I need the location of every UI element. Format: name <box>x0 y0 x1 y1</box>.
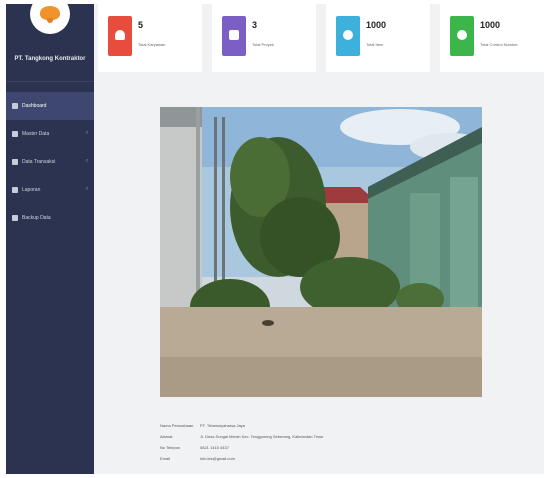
company-details: Nama Perusahaan PT. Tirtamulyaharsa Jaya… <box>160 420 480 464</box>
company-photo <box>160 107 482 397</box>
stat-label: Total Karyawan <box>138 42 166 47</box>
company-logo[interactable] <box>30 4 70 34</box>
detail-value: 0821 1415 4437 <box>200 445 229 450</box>
sidebar-item-dashboard[interactable]: Dashboard <box>6 92 94 120</box>
beak-logo-icon <box>47 18 53 23</box>
stat-value: 5 <box>138 20 144 30</box>
detail-value: PT. Tirtamulyaharsa Jaya <box>200 423 245 428</box>
detail-row-name: Nama Perusahaan PT. Tirtamulyaharsa Jaya <box>160 420 480 431</box>
sidebar-item-master-data[interactable]: Master Data ‹ <box>6 120 94 148</box>
brand: PT. Tangkong Kontraktor <box>6 4 94 82</box>
transaction-icon <box>12 159 18 165</box>
detail-key: No Telepon <box>160 445 181 450</box>
app-frame: PT. Tangkong Kontraktor Dashboard Master… <box>6 4 544 474</box>
company-photo-illustration <box>160 107 482 397</box>
sidebar-item-data-transaksi[interactable]: Data Transaksi ‹ <box>6 148 94 176</box>
sidebar-item-label: Dashboard <box>22 103 47 109</box>
user-icon <box>108 16 132 56</box>
detail-row-phone: No Telepon 0821 1415 4437 <box>160 442 480 453</box>
detail-row-address: Alamat Jl. Desa Sungai Merah Kec. Tengga… <box>160 431 480 442</box>
detail-row-email: Email info.kts@gmail.com <box>160 453 480 464</box>
sidebar-item-label: Laporan <box>22 187 41 193</box>
stat-value: 1000 <box>366 20 387 30</box>
project-icon <box>222 16 246 56</box>
stat-label: Total Proyek <box>252 42 275 47</box>
report-icon <box>12 187 18 193</box>
stat-value: 3 <box>252 20 258 30</box>
database-icon <box>12 131 18 137</box>
stat-label: Total Control Number <box>480 42 518 47</box>
chevron-left-icon: ‹ <box>86 158 88 164</box>
stat-card-karyawan[interactable]: 5 Total Karyawan <box>98 4 202 72</box>
sidebar-item-label: Data Transaksi <box>22 159 56 165</box>
stat-card-control-number[interactable]: 1000 Total Control Number <box>440 4 544 72</box>
sidebar-item-backup-data[interactable]: Backup Data <box>6 204 94 232</box>
stat-value: 1000 <box>480 20 501 30</box>
detail-key: Email <box>160 456 171 461</box>
sidebar-menu: Dashboard Master Data ‹ Data Transaksi ‹… <box>6 92 94 232</box>
stat-label: Total Item <box>366 42 384 47</box>
stat-card-item[interactable]: 1000 Total Item <box>326 4 430 72</box>
control-icon <box>450 16 474 56</box>
sidebar-item-label: Master Data <box>22 131 50 137</box>
chevron-left-icon: ‹ <box>86 186 88 192</box>
stat-card-proyek[interactable]: 3 Total Proyek <box>212 4 316 72</box>
item-icon <box>336 16 360 56</box>
brand-name: PT. Tangkong Kontraktor <box>14 56 86 62</box>
home-icon <box>12 103 18 109</box>
sidebar: PT. Tangkong Kontraktor Dashboard Master… <box>6 4 94 474</box>
sidebar-item-label: Backup Data <box>22 215 51 221</box>
chevron-left-icon: ‹ <box>86 130 88 136</box>
detail-value: info.kts@gmail.com <box>200 456 235 461</box>
backup-icon <box>12 215 18 221</box>
detail-key: Alamat <box>160 434 173 439</box>
detail-value: Jl. Desa Sungai Merah Kec. Tenggarong Se… <box>200 434 324 439</box>
sidebar-item-laporan[interactable]: Laporan ‹ <box>6 176 94 204</box>
detail-key: Nama Perusahaan <box>160 423 194 428</box>
